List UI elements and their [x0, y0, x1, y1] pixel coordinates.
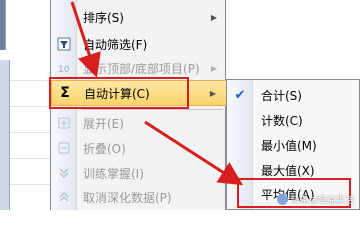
- menu-item-label: 折叠(O): [83, 141, 126, 156]
- menu-item-autocalc[interactable]: Σ 自动计算(C) ▶: [51, 80, 227, 106]
- submenu-item-label: 计数(C): [261, 113, 303, 128]
- menu-item-undrill[interactable]: 取消深化数据(P): [51, 184, 227, 210]
- grid-line: [10, 132, 52, 133]
- autofilter-icon: [51, 31, 77, 57]
- grid-line: [10, 80, 52, 81]
- submenu-arrow-icon: ▶: [209, 88, 216, 98]
- svg-text:10: 10: [58, 65, 70, 75]
- submenu-item-label: 合计(S): [261, 88, 302, 103]
- menu-item-collapse[interactable]: 折叠(O): [51, 135, 227, 161]
- menu-item-label: 取消深化数据(P): [83, 190, 172, 205]
- menu-item-label: 自动筛选(F): [83, 37, 148, 52]
- sigma-icon: Σ: [60, 85, 70, 101]
- watermark-logo-icon: [276, 194, 288, 205]
- menu-item-label: 展开(E): [83, 116, 124, 131]
- grid-line: [10, 158, 52, 159]
- check-icon: ✔: [234, 87, 246, 103]
- spreadsheet-background: [0, 0, 52, 210]
- submenu-item-label: 最大值(X): [261, 163, 315, 178]
- context-menu: 排序(S) ▶ 自动筛选(F) 10 显示顶部/底部项目(P) ▶ Σ 自动计算…: [50, 0, 227, 210]
- menu-item-expand[interactable]: 展开(E): [51, 110, 227, 136]
- menu-item-label: 自动计算(C): [84, 86, 150, 101]
- menu-item-label: 显示顶部/底部项目(P): [83, 61, 200, 76]
- pivot-table-edge: [0, 0, 6, 50]
- menu-item-sort[interactable]: 排序(S) ▶: [51, 4, 227, 30]
- submenu-arrow-icon: ▶: [210, 63, 217, 73]
- menu-item-label: 排序(S): [83, 10, 124, 25]
- top-bottom-icon: 10: [51, 55, 77, 81]
- watermark-text: 头条@每益生活: [290, 196, 354, 206]
- collapse-icon: [51, 135, 77, 161]
- grid-line: [10, 106, 52, 107]
- pivot-column-strip: [0, 60, 10, 210]
- submenu-arrow-icon: ▶: [210, 12, 217, 22]
- menu-item-drill[interactable]: 训练掌握(I): [51, 160, 227, 186]
- submenu-item-sum[interactable]: ✔ 合计(S): [227, 83, 359, 107]
- menu-item-label: 训练掌握(I): [83, 166, 144, 181]
- sort-icon: [51, 4, 77, 30]
- menu-item-autofilter[interactable]: 自动筛选(F): [51, 31, 227, 57]
- drill-icon: [51, 160, 77, 186]
- submenu-item-max[interactable]: 最大值(X): [227, 158, 359, 182]
- expand-icon: [51, 110, 77, 136]
- watermark: 头条@每益生活: [276, 193, 354, 206]
- autocalc-submenu: ✔ 合计(S) 计数(C) 最小值(M) 最大值(X) 平均值(A): [226, 79, 360, 210]
- submenu-item-count[interactable]: 计数(C): [227, 108, 359, 132]
- submenu-item-label: 最小值(M): [261, 138, 317, 153]
- grid-line: [10, 184, 52, 185]
- undrill-icon: [51, 184, 77, 210]
- menu-item-top-bottom[interactable]: 10 显示顶部/底部项目(P) ▶: [51, 55, 227, 81]
- submenu-item-min[interactable]: 最小值(M): [227, 133, 359, 157]
